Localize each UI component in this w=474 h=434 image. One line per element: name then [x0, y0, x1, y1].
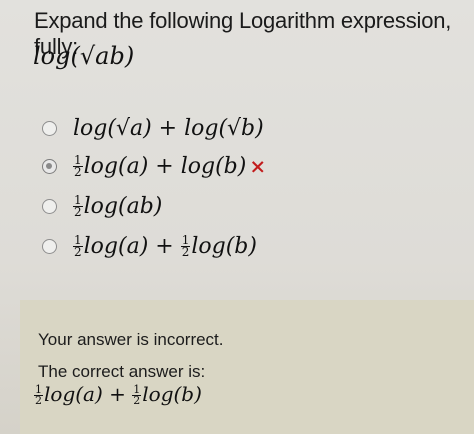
feedback-message: Your answer is incorrect. [38, 330, 224, 349]
option-text: log(a) + [83, 233, 181, 259]
fraction: 1 2 [73, 153, 83, 179]
option-4[interactable]: 1 2 log(a) + 1 2 log(b) [42, 226, 442, 266]
question-card: Expand the following Logarithm expressio… [0, 0, 474, 434]
correct-answer-text: log(b) [142, 382, 202, 406]
radio-button-selected[interactable] [42, 158, 57, 174]
incorrect-mark-icon: × [249, 153, 267, 178]
option-1[interactable]: log(√a) + log(√b) [42, 108, 442, 148]
option-label: 1 2 log(a) + 1 2 log(b) [73, 234, 257, 259]
option-3[interactable]: 1 2 log(ab) [42, 186, 442, 226]
option-label: log(√a) + log(√b) [73, 115, 264, 141]
radio-button[interactable] [42, 198, 57, 214]
correct-answer-label: The correct answer is: [38, 362, 206, 381]
question-expression: log(√ab) [33, 42, 135, 70]
correct-answer-expression: 1 2 log(a) + 1 2 log(b) [34, 382, 202, 406]
radio-button[interactable] [42, 238, 57, 254]
option-label: 1 2 log(ab) [73, 194, 162, 219]
option-text: log(ab) [83, 193, 163, 219]
fraction: 1 2 [180, 233, 191, 259]
feedback-panel: Your answer is incorrect. The correct an… [20, 300, 474, 434]
fraction: 1 2 [73, 233, 83, 259]
fraction: 1 2 [73, 193, 83, 219]
fraction: 1 2 [34, 383, 43, 407]
option-text: log(b) [191, 233, 257, 259]
option-text: log(a) + log(b) [83, 153, 247, 179]
radio-button[interactable] [42, 120, 57, 136]
fraction: 1 2 [132, 383, 142, 407]
option-label: 1 2 log(a) + log(b) × [73, 154, 266, 179]
correct-answer-text: log(a) + [44, 382, 133, 406]
option-2[interactable]: 1 2 log(a) + log(b) × [42, 146, 442, 186]
